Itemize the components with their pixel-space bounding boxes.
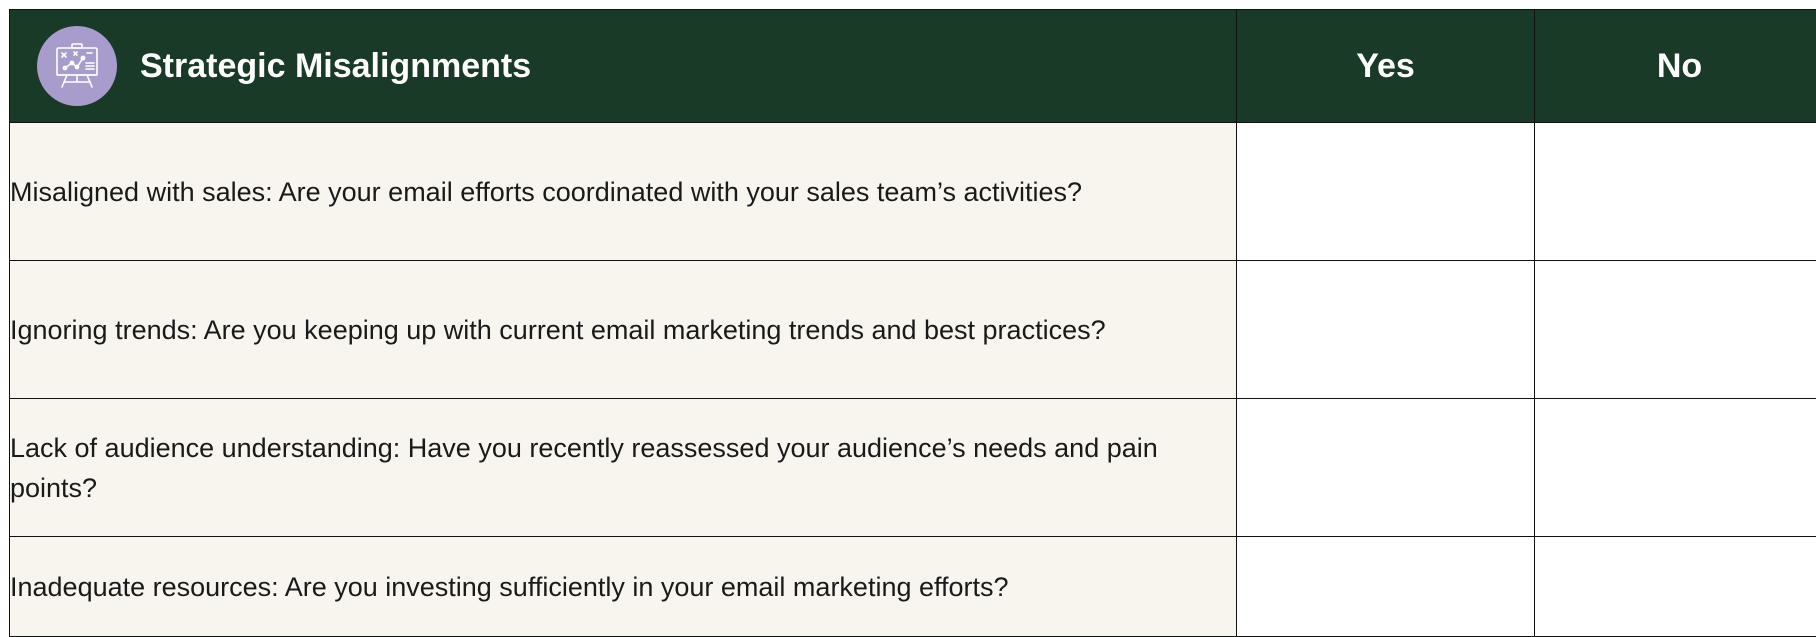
no-checkbox-cell[interactable] — [1535, 261, 1816, 399]
header-row: Strategic Misalignments Yes No — [10, 10, 1816, 123]
checklist-container: Strategic Misalignments Yes No Misaligne… — [9, 9, 1816, 634]
table-row: Ignoring trends: Are you keeping up with… — [10, 261, 1816, 399]
presentation-board-icon — [37, 26, 117, 106]
header-title-cell: Strategic Misalignments — [10, 10, 1237, 123]
question-cell: Inadequate resources: Are you investing … — [10, 537, 1237, 637]
table-row: Inadequate resources: Are you investing … — [10, 537, 1816, 637]
no-checkbox-cell[interactable] — [1535, 537, 1816, 637]
yes-checkbox-cell[interactable] — [1237, 399, 1535, 537]
no-checkbox-cell[interactable] — [1535, 399, 1816, 537]
header-title-group: Strategic Misalignments — [10, 26, 1236, 106]
table-row: Lack of audience understanding: Have you… — [10, 399, 1816, 537]
no-column-header: No — [1535, 10, 1816, 123]
no-checkbox-cell[interactable] — [1535, 123, 1816, 261]
question-cell: Ignoring trends: Are you keeping up with… — [10, 261, 1237, 399]
table-title: Strategic Misalignments — [140, 47, 531, 86]
question-cell: Lack of audience understanding: Have you… — [10, 399, 1237, 537]
yes-checkbox-cell[interactable] — [1237, 261, 1535, 399]
question-cell: Misaligned with sales: Are your email ef… — [10, 123, 1237, 261]
yes-checkbox-cell[interactable] — [1237, 537, 1535, 637]
yes-column-header: Yes — [1237, 10, 1535, 123]
yes-checkbox-cell[interactable] — [1237, 123, 1535, 261]
table-row: Misaligned with sales: Are your email ef… — [10, 123, 1816, 261]
strategic-misalignments-table: Strategic Misalignments Yes No Misaligne… — [9, 9, 1816, 637]
